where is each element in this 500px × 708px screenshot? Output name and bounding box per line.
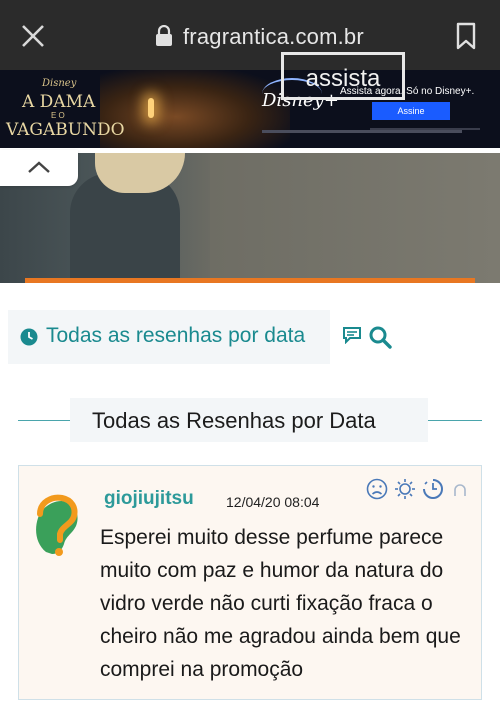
clock-half-icon <box>423 479 443 499</box>
avatar[interactable] <box>32 494 82 564</box>
candle-decoration <box>148 98 154 118</box>
ad-title-line2: VAGABUNDO <box>6 120 125 140</box>
collapse-ad-tab[interactable] <box>0 150 78 186</box>
bookmark-icon[interactable] <box>455 22 477 50</box>
assista-button[interactable]: assista <box>281 52 405 100</box>
sun-icon <box>395 479 415 499</box>
url-text[interactable]: fragrantica.com.br <box>183 24 364 50</box>
ad-title-line1: A DAMA <box>22 92 96 112</box>
ad-fine-print <box>262 130 462 133</box>
ad-subscribe-button[interactable]: Assine <box>372 102 450 120</box>
ad-banner[interactable]: Disney A DAMA E O VAGABUNDO Disney+ Assi… <box>0 70 500 148</box>
clock-icon <box>20 328 38 346</box>
all-reviews-by-date-link[interactable]: Todas as resenhas por data <box>46 324 305 348</box>
chevron-up-icon <box>28 161 50 173</box>
lock-icon <box>156 25 172 46</box>
ad-title-connector: E O <box>51 111 65 120</box>
person-icon <box>454 484 466 496</box>
review-date: 12/04/20 08:04 <box>226 494 320 510</box>
sad-face-icon <box>366 478 388 500</box>
browser-top-bar: fragrantica.com.br <box>0 0 500 70</box>
close-icon[interactable] <box>20 23 46 49</box>
divider-left <box>18 420 70 421</box>
ad-fine-print-2 <box>370 128 480 130</box>
review-username[interactable]: giojiujitsu <box>104 488 194 510</box>
hero-right-area <box>210 153 500 283</box>
hero-accent-bar <box>25 278 475 283</box>
review-text: Esperei muito desse perfume parece muito… <box>100 526 461 681</box>
search-icon[interactable] <box>368 325 392 349</box>
divider-right <box>428 420 482 421</box>
section-title: Todas as Resenhas por Data <box>92 408 376 433</box>
chat-icon[interactable] <box>342 326 362 344</box>
ad-brand: Disney <box>42 78 77 89</box>
